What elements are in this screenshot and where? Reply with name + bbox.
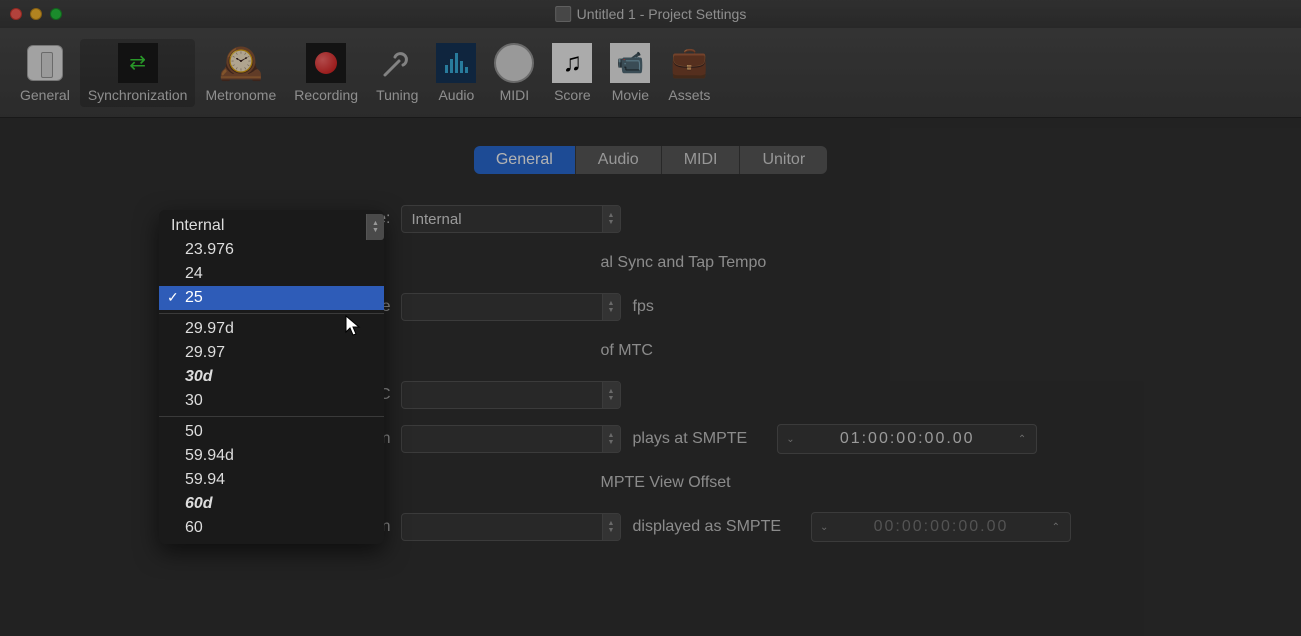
window-title: Untitled 1 - Project Settings xyxy=(555,6,747,22)
recording-icon xyxy=(306,43,346,83)
check-icon: ✓ xyxy=(167,289,179,306)
toolbar-synchronization[interactable]: ⇄ Synchronization xyxy=(80,39,196,107)
stepper-arrows-icon: ▲▼ xyxy=(602,206,620,232)
toolbar-midi[interactable]: MIDI xyxy=(486,39,542,107)
frame-rate-option-23-976[interactable]: 23.976 xyxy=(159,238,384,262)
displayed-as-smpte-label: displayed as SMPTE xyxy=(633,518,782,536)
close-button[interactable] xyxy=(10,8,22,20)
frame-rate-option-30[interactable]: 30 xyxy=(159,389,384,413)
frame-rate-option-24[interactable]: 24 xyxy=(159,262,384,286)
fps-unit: fps xyxy=(633,298,654,316)
toolbar: General ⇄ Synchronization 🕰️ Metronome R… xyxy=(0,28,1301,118)
frame-rate-option-50[interactable]: 50 xyxy=(159,420,384,444)
smpte-field-plays[interactable]: ⌄ 01:00:00:00.00 ⌃ xyxy=(777,424,1037,454)
tab-bar: General Audio MIDI Unitor xyxy=(40,146,1261,174)
general-icon xyxy=(25,43,65,83)
minimize-button[interactable] xyxy=(30,8,42,20)
chevron-down-icon[interactable]: ⌄ xyxy=(820,522,830,533)
bar-position-1-dropdown[interactable]: ▲▼ xyxy=(401,425,621,453)
auto-detect-label-partial: of MTC xyxy=(601,342,653,360)
frame-rate-menu[interactable]: Internal ▲▼ 23.97624✓25 29.97d29.9730d30 5… xyxy=(159,210,384,544)
toolbar-audio[interactable]: Audio xyxy=(428,39,484,107)
tab-midi[interactable]: MIDI xyxy=(662,146,741,174)
sync-icon: ⇄ xyxy=(118,43,158,83)
stepper-arrows-icon: ▲▼ xyxy=(366,214,384,240)
toolbar-score[interactable]: ♫ Score xyxy=(544,39,600,107)
tab-unitor[interactable]: Unitor xyxy=(740,146,827,174)
bar-position-2-dropdown[interactable]: ▲▼ xyxy=(401,513,621,541)
window-controls xyxy=(10,8,62,20)
window-title-text: Untitled 1 - Project Settings xyxy=(577,6,747,22)
validate-mtc-dropdown[interactable]: ▲▼ xyxy=(401,381,621,409)
frame-rate-option-59-94[interactable]: 59.94 xyxy=(159,468,384,492)
frame-rate-option-60d[interactable]: 60d xyxy=(159,492,384,516)
document-proxy-icon[interactable] xyxy=(555,6,571,22)
menu-separator xyxy=(159,416,384,417)
chevron-down-icon[interactable]: ⌄ xyxy=(786,434,796,445)
chevron-up-icon[interactable]: ⌃ xyxy=(1052,522,1062,533)
tab-audio[interactable]: Audio xyxy=(576,146,662,174)
frame-rate-option-30d[interactable]: 30d xyxy=(159,365,384,389)
assets-icon: 💼 xyxy=(669,43,709,83)
audio-icon xyxy=(436,43,476,83)
auto-enable-label-partial: al Sync and Tap Tempo xyxy=(601,254,767,272)
tab-general[interactable]: General xyxy=(474,146,576,174)
stepper-arrows-icon: ▲▼ xyxy=(602,294,620,320)
sync-mode-dropdown[interactable]: Internal ▲▼ xyxy=(401,205,621,233)
smpte-view-offset-label-partial: MPTE View Offset xyxy=(601,474,731,492)
stepper-arrows-icon: ▲▼ xyxy=(602,426,620,452)
sync-mode-value-overlap: Internal ▲▼ xyxy=(159,214,384,238)
midi-icon xyxy=(494,43,534,83)
stepper-arrows-icon: ▲▼ xyxy=(602,382,620,408)
frame-rate-option-29-97d[interactable]: 29.97d xyxy=(159,317,384,341)
toolbar-general[interactable]: General xyxy=(12,39,78,107)
stepper-arrows-icon: ▲▼ xyxy=(602,514,620,540)
toolbar-recording[interactable]: Recording xyxy=(286,39,366,107)
plays-at-smpte-label: plays at SMPTE xyxy=(633,430,748,448)
frame-rate-option-60[interactable]: 60 xyxy=(159,516,384,540)
menu-separator xyxy=(159,313,384,314)
score-icon: ♫ xyxy=(552,43,592,83)
frame-rate-option-59-94d[interactable]: 59.94d xyxy=(159,444,384,468)
tuning-icon xyxy=(377,43,417,83)
title-bar: Untitled 1 - Project Settings xyxy=(0,0,1301,28)
metronome-icon: 🕰️ xyxy=(221,43,261,83)
frame-rate-dropdown[interactable]: ▲▼ xyxy=(401,293,621,321)
toolbar-metronome[interactable]: 🕰️ Metronome xyxy=(197,39,284,107)
zoom-button[interactable] xyxy=(50,8,62,20)
frame-rate-option-29-97[interactable]: 29.97 xyxy=(159,341,384,365)
chevron-up-icon[interactable]: ⌃ xyxy=(1018,434,1028,445)
smpte-field-displayed[interactable]: ⌄ 00:00:00:00.00 ⌃ xyxy=(811,512,1071,542)
toolbar-assets[interactable]: 💼 Assets xyxy=(660,39,718,107)
toolbar-tuning[interactable]: Tuning xyxy=(368,39,426,107)
movie-icon: 📹 xyxy=(610,43,650,83)
toolbar-movie[interactable]: 📹 Movie xyxy=(602,39,658,107)
frame-rate-option-25[interactable]: ✓25 xyxy=(159,286,384,310)
